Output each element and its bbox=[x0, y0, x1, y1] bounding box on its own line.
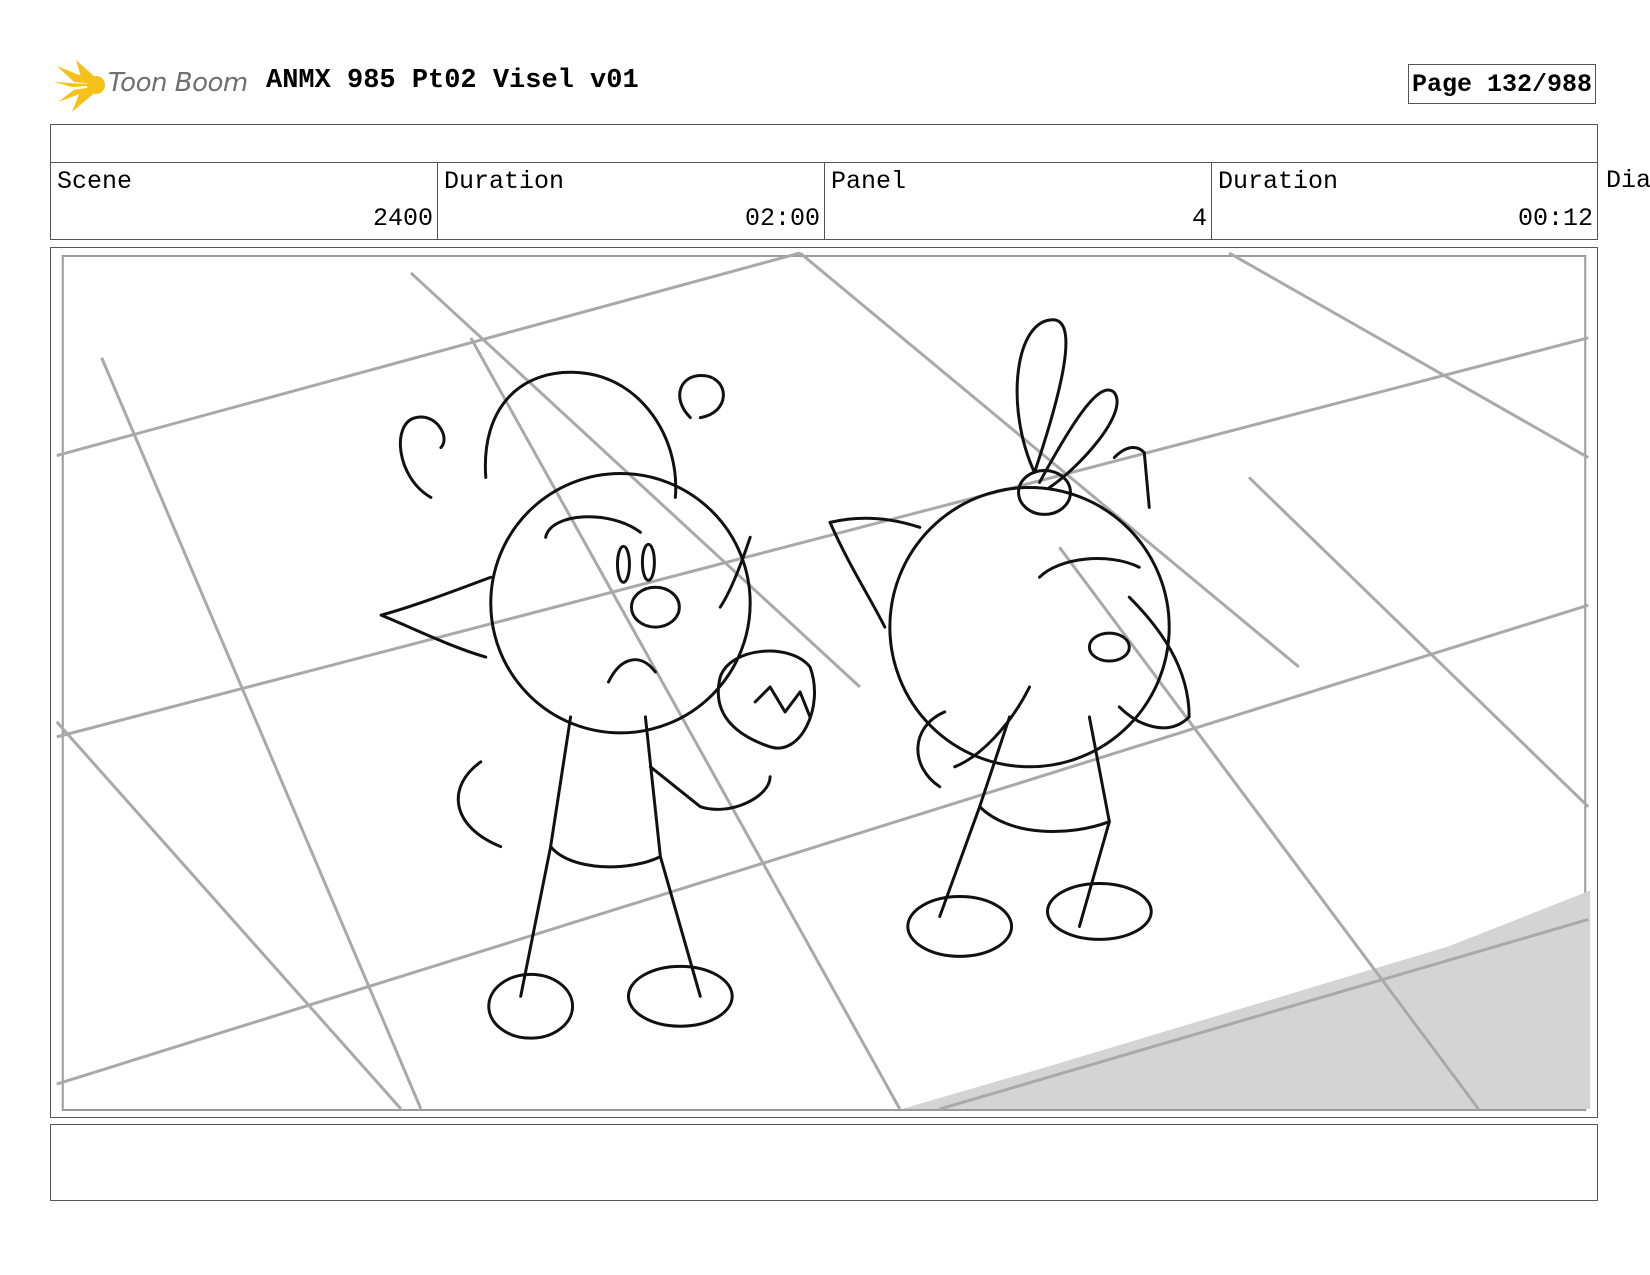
scene-cell: Scene 2400 bbox=[51, 163, 438, 239]
panel-value: 4 bbox=[1191, 204, 1207, 233]
panel-cell: Panel 4 bbox=[825, 163, 1212, 239]
character-right bbox=[828, 318, 1191, 958]
logo-text: Toon Boom bbox=[108, 68, 248, 98]
page-indicator: Page 132/988 bbox=[1408, 64, 1596, 104]
toon-boom-logo: Toon Boom bbox=[52, 58, 252, 114]
scene-duration-label: Duration bbox=[444, 167, 565, 196]
scene-label: Scene bbox=[57, 167, 133, 196]
header-strip bbox=[50, 124, 1598, 163]
character-left bbox=[379, 370, 816, 1040]
info-row: Scene 2400 Duration 02:00 Panel 4 Durati… bbox=[50, 162, 1598, 240]
notes-box bbox=[50, 1124, 1598, 1201]
scene-duration-cell: Duration 02:00 bbox=[438, 163, 825, 239]
panel-label: Panel bbox=[831, 167, 907, 196]
dialog-label: Dia bbox=[1606, 166, 1650, 195]
document-title: ANMX 985 Pt02 Visel v01 bbox=[266, 66, 639, 96]
scene-duration-value: 02:00 bbox=[744, 204, 820, 233]
starburst-icon bbox=[54, 60, 105, 112]
panel-duration-cell: Duration 00:12 bbox=[1212, 163, 1597, 239]
floor-shadow bbox=[901, 890, 1591, 1110]
scene-value: 2400 bbox=[372, 204, 433, 233]
panel-duration-label: Duration bbox=[1218, 167, 1339, 196]
panel-duration-value: 00:12 bbox=[1517, 204, 1593, 233]
storyboard-panel bbox=[50, 247, 1598, 1118]
panel-sketch bbox=[55, 251, 1591, 1112]
